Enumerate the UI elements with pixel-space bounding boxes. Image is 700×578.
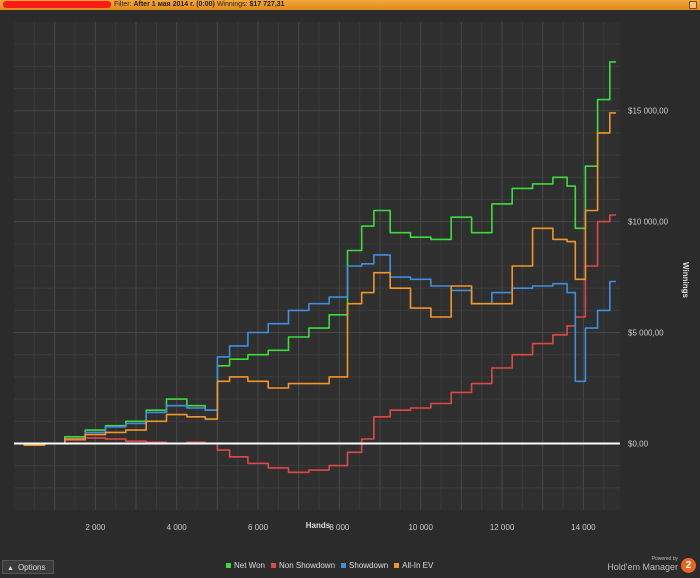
legend-swatch	[226, 563, 231, 569]
legend-label: Showdown	[349, 561, 389, 570]
y-tick-label: $5 000,00	[628, 329, 664, 338]
legend-swatch	[341, 563, 347, 569]
y-tick-label: $0,00	[628, 439, 649, 448]
y-tick-label: $15 000,00	[628, 107, 669, 116]
window-restore-icon[interactable]	[689, 1, 697, 9]
options-button[interactable]: ▲ Options	[2, 560, 54, 574]
options-label: Options	[17, 563, 46, 572]
x-tick-label: 10 000	[408, 523, 433, 532]
filter-summary: Filter: After 1 мая 2014 г. (0:00) Winni…	[114, 0, 285, 10]
winnings-chart: 2 000 4 000 6 000 8 000 10 000 12 000 14 000 $…	[14, 22, 690, 532]
legend-swatch	[270, 563, 276, 569]
x-tick-label: 12 000	[490, 523, 515, 532]
x-axis-label: Hands	[306, 521, 331, 530]
x-tick-label: 4 000	[167, 523, 188, 532]
legend-label: Net Won	[234, 561, 265, 570]
legend-label: All-In EV	[402, 561, 434, 570]
x-axis-ticks: 2 000 4 000 6 000 8 000 10 000 12 000 14 000	[85, 523, 596, 532]
title-bar: Filter: After 1 мая 2014 г. (0:00) Winni…	[0, 0, 700, 10]
filter-value: After 1 мая 2014 г. (0:00)	[133, 1, 215, 8]
legend-item-non-showdown[interactable]: Non Showdown	[270, 561, 336, 570]
brand-name: Hold'em Manager	[607, 562, 678, 572]
x-tick-label: 6 000	[248, 523, 269, 532]
legend-label: Non Showdown	[278, 561, 336, 570]
x-tick-label: 8 000	[329, 523, 350, 532]
brand-block: Powered by Hold'em Manager	[607, 556, 678, 573]
caret-up-icon: ▲	[7, 565, 14, 572]
x-tick-label: 14 000	[571, 523, 596, 532]
x-tick-label: 2 000	[85, 523, 106, 532]
redacted-player-name	[3, 1, 111, 8]
hem2-logo-icon: 2	[681, 558, 696, 573]
y-axis-ticks: $0,00 $5 000,00 $10 000,00 $15 000,00	[628, 107, 669, 449]
chart-legend: Net Won Non Showdown Showdown All-In EV	[226, 561, 439, 570]
winnings-value: $17 727,31	[249, 1, 285, 8]
legend-item-all-in-ev[interactable]: All-In EV	[394, 561, 433, 570]
winnings-label: Winnings:	[216, 1, 248, 8]
y-axis-label: Winnings	[681, 262, 690, 298]
legend-item-net-won[interactable]: Net Won	[226, 561, 265, 570]
filter-label: Filter:	[114, 1, 132, 8]
legend-swatch	[394, 563, 400, 569]
y-tick-label: $10 000,00	[628, 218, 669, 227]
legend-item-showdown[interactable]: Showdown	[341, 561, 388, 570]
